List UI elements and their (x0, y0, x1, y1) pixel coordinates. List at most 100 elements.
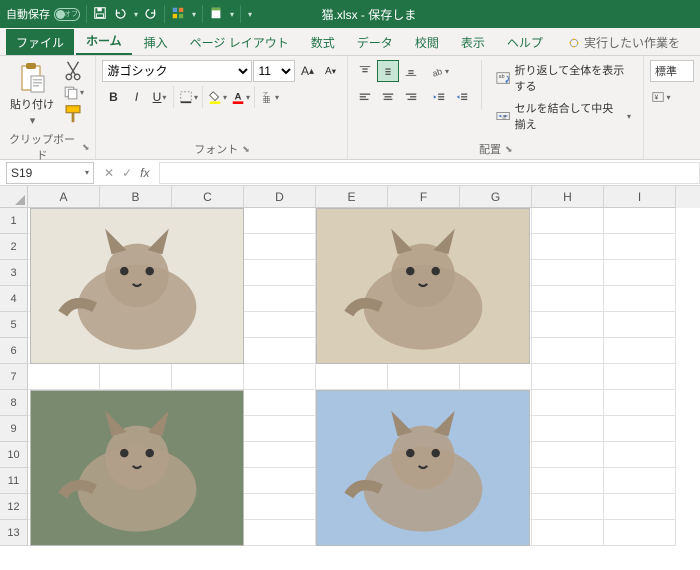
column-header[interactable]: I (604, 186, 676, 208)
copy-icon[interactable]: ▾ (62, 82, 84, 102)
cell[interactable] (604, 208, 676, 234)
font-color-icon[interactable]: A▾ (229, 86, 251, 108)
row-header[interactable]: 6 (0, 338, 28, 364)
cell[interactable] (532, 520, 604, 546)
cell[interactable] (532, 286, 604, 312)
launcher-icon[interactable]: ⬊ (242, 144, 250, 155)
cell[interactable] (244, 364, 316, 390)
column-header[interactable]: D (244, 186, 316, 208)
cell[interactable] (460, 364, 532, 390)
decrease-font-icon[interactable]: A▾ (319, 60, 341, 82)
cell[interactable] (532, 312, 604, 338)
cell[interactable] (244, 286, 316, 312)
embedded-image-cat-sleeping[interactable] (316, 208, 530, 364)
cell[interactable] (172, 364, 244, 390)
row-header[interactable]: 3 (0, 260, 28, 286)
cell[interactable] (532, 416, 604, 442)
number-format-select[interactable]: 標準 (650, 60, 694, 82)
tab-formulas[interactable]: 数式 (301, 29, 345, 55)
column-header[interactable]: A (28, 186, 100, 208)
cell[interactable] (604, 494, 676, 520)
cell[interactable] (604, 312, 676, 338)
paste-button[interactable]: 貼り付け ▾ (6, 60, 58, 129)
font-size-select[interactable]: 11 (253, 60, 295, 82)
cell[interactable] (604, 390, 676, 416)
italic-icon[interactable]: I (125, 86, 147, 108)
cell[interactable] (604, 364, 676, 390)
cell[interactable] (532, 468, 604, 494)
cell[interactable] (532, 338, 604, 364)
align-bottom-icon[interactable] (400, 60, 422, 82)
accounting-format-icon[interactable]: ¥▾ (650, 86, 672, 108)
embedded-image-cat-lying[interactable] (30, 390, 244, 546)
cell[interactable] (244, 338, 316, 364)
row-header[interactable]: 10 (0, 442, 28, 468)
tab-review[interactable]: 校閲 (405, 29, 449, 55)
tab-file[interactable]: ファイル (6, 29, 74, 55)
row-header[interactable]: 11 (0, 468, 28, 494)
tab-pagelayout[interactable]: ページ レイアウト (180, 29, 299, 55)
increase-font-icon[interactable]: A▴ (296, 60, 318, 82)
font-name-select[interactable]: 游ゴシック (102, 60, 252, 82)
cell[interactable] (532, 442, 604, 468)
qat-sheet-icon[interactable] (209, 6, 223, 23)
fx-icon[interactable]: fx (140, 166, 149, 180)
cut-icon[interactable] (62, 60, 84, 80)
orientation-icon[interactable]: ab▾ (428, 60, 450, 82)
worksheet-grid[interactable]: ABCDEFGHI 12345678910111213 (0, 186, 700, 570)
border-icon[interactable]: ▾ (177, 86, 199, 108)
cell[interactable] (604, 416, 676, 442)
redo-icon[interactable] (144, 6, 158, 23)
bold-icon[interactable]: B (102, 86, 124, 108)
formula-input[interactable] (159, 162, 700, 184)
increase-indent-icon[interactable] (451, 86, 473, 108)
cell[interactable] (532, 234, 604, 260)
cell[interactable] (244, 468, 316, 494)
column-header[interactable]: G (460, 186, 532, 208)
cell[interactable] (316, 364, 388, 390)
wrap-text-button[interactable]: ab 折り返して全体を表示する (490, 60, 637, 96)
align-right-icon[interactable] (400, 86, 422, 108)
row-header[interactable]: 13 (0, 520, 28, 546)
cell[interactable] (604, 442, 676, 468)
name-box[interactable]: S19▾ (6, 162, 94, 184)
row-header[interactable]: 4 (0, 286, 28, 312)
embedded-image-cat-sitting[interactable] (30, 208, 244, 364)
enter-icon[interactable]: ✓ (122, 166, 132, 180)
cell[interactable] (244, 208, 316, 234)
row-header[interactable]: 9 (0, 416, 28, 442)
column-header[interactable]: E (316, 186, 388, 208)
cell[interactable] (604, 520, 676, 546)
cell[interactable] (244, 312, 316, 338)
qat-box-icon[interactable] (171, 6, 185, 23)
launcher-icon[interactable]: ⬊ (505, 144, 513, 155)
cell[interactable] (244, 494, 316, 520)
row-header[interactable]: 2 (0, 234, 28, 260)
cell[interactable] (244, 390, 316, 416)
cell[interactable] (100, 364, 172, 390)
merge-center-button[interactable]: a セルを結合して中央揃え▾ (490, 98, 637, 134)
cell[interactable] (604, 260, 676, 286)
cell[interactable] (604, 286, 676, 312)
row-header[interactable]: 7 (0, 364, 28, 390)
tab-view[interactable]: 表示 (451, 29, 495, 55)
format-painter-icon[interactable] (62, 104, 84, 124)
cell[interactable] (244, 442, 316, 468)
row-header[interactable]: 5 (0, 312, 28, 338)
cell[interactable] (604, 338, 676, 364)
row-header[interactable]: 12 (0, 494, 28, 520)
align-left-icon[interactable] (354, 86, 376, 108)
align-center-icon[interactable] (377, 86, 399, 108)
cell[interactable] (244, 416, 316, 442)
cell[interactable] (244, 520, 316, 546)
autosave-toggle[interactable]: 自動保存 (6, 6, 80, 22)
save-icon[interactable] (93, 6, 107, 23)
tab-data[interactable]: データ (347, 29, 403, 55)
cell[interactable] (532, 208, 604, 234)
tab-help[interactable]: ヘルプ (497, 29, 553, 55)
underline-icon[interactable]: U▾ (148, 86, 170, 108)
select-all-corner[interactable] (0, 186, 28, 208)
column-header[interactable]: C (172, 186, 244, 208)
align-middle-icon[interactable] (377, 60, 399, 82)
cell[interactable] (532, 260, 604, 286)
